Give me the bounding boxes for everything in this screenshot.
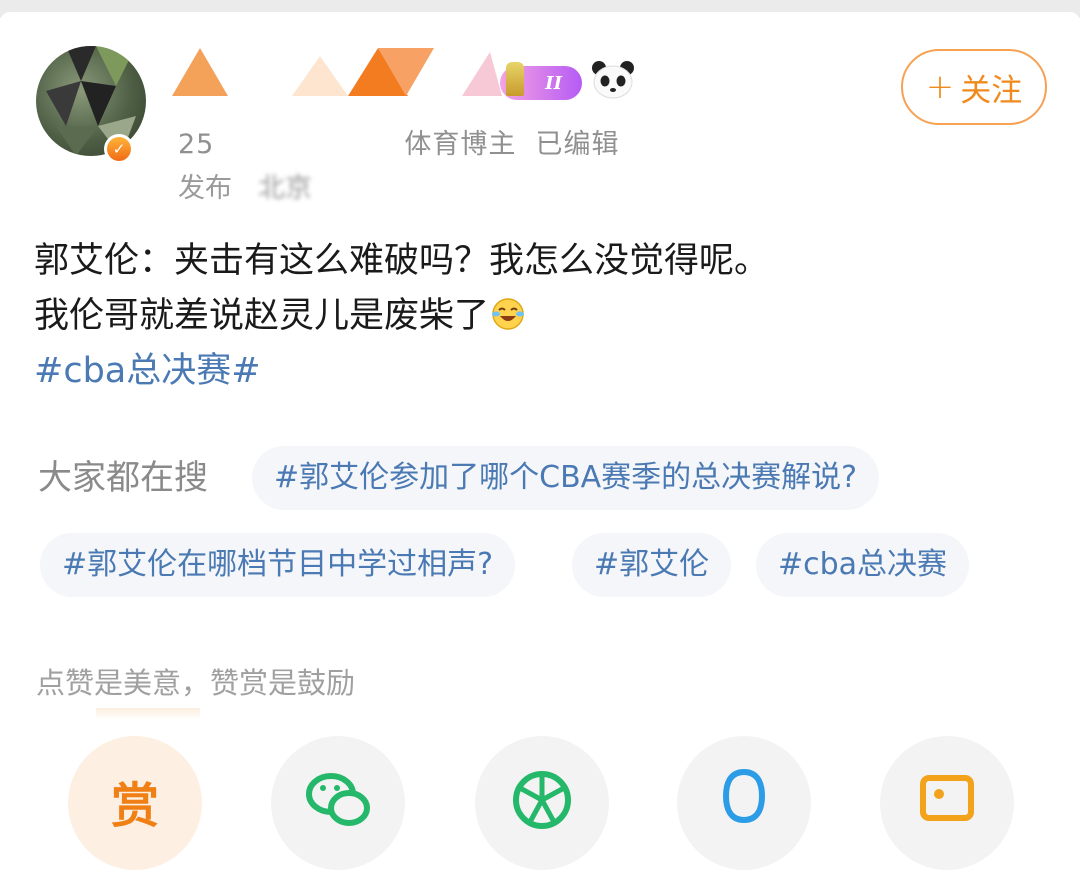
qzone-icon bbox=[920, 775, 974, 821]
wechat-icon bbox=[306, 773, 370, 826]
reward-hint: 点赞是美意，赞赏是鼓励 bbox=[36, 666, 356, 700]
share-moments-button[interactable] bbox=[475, 736, 609, 870]
post-line-with-emoji: 我伦哥就差说赵灵儿是废柴了 bbox=[34, 289, 769, 344]
laughing-crying-emoji-icon bbox=[492, 298, 525, 330]
share-qzone-button[interactable] bbox=[880, 736, 1014, 870]
qq-icon bbox=[722, 768, 766, 824]
moments-icon bbox=[513, 771, 571, 829]
reward-pointer bbox=[96, 708, 200, 720]
posted-label: 发布 bbox=[178, 173, 232, 204]
trending-search-label: 大家都在搜 bbox=[38, 458, 208, 498]
follower-count-fragment: 25 bbox=[178, 129, 215, 160]
top-edge bbox=[0, 0, 1080, 22]
follow-button[interactable]: + 关注 bbox=[901, 49, 1047, 125]
search-chip[interactable]: #郭艾伦 bbox=[572, 533, 732, 597]
post-line: 我伦哥就差说赵灵儿是废柴了 bbox=[34, 296, 490, 336]
verified-badge-icon: ✓ bbox=[104, 134, 134, 164]
reward-button[interactable]: 赏 bbox=[68, 736, 202, 870]
post-location: 北京 bbox=[258, 173, 312, 204]
level-number: II bbox=[545, 72, 562, 94]
search-chip[interactable]: #郭艾伦在哪档节目中学过相声? bbox=[40, 533, 516, 597]
post-content: 郭艾伦：夹击有这么难破吗？我怎么没觉得呢。 我伦哥就差说赵灵儿是废柴了 bbox=[34, 234, 769, 344]
follow-button-label: 关注 bbox=[960, 72, 1023, 109]
share-wechat-button[interactable] bbox=[271, 736, 405, 870]
edited-label: 已编辑 bbox=[535, 129, 620, 160]
search-chip[interactable]: #郭艾伦参加了哪个CBA赛季的总决赛解说? bbox=[252, 446, 880, 510]
username-obscured[interactable] bbox=[172, 48, 502, 96]
author-role: 体育博主 bbox=[404, 129, 517, 160]
user-level-badge[interactable]: II bbox=[500, 62, 582, 100]
trophy-icon bbox=[506, 62, 524, 96]
reward-icon-label: 赏 bbox=[110, 778, 159, 834]
plus-icon: + bbox=[925, 67, 955, 107]
panda-icon bbox=[592, 61, 634, 99]
author-meta: 25 体育博主 已编辑 bbox=[178, 122, 620, 161]
post-time-location: 发布 北京 bbox=[178, 166, 312, 205]
search-chip[interactable]: #cba总决赛 bbox=[756, 533, 970, 597]
post-line: 郭艾伦：夹击有这么难破吗？我怎么没觉得呢。 bbox=[34, 241, 770, 281]
share-qq-button[interactable] bbox=[677, 736, 811, 870]
post-hashtag-link[interactable]: #cba总决赛# bbox=[34, 344, 261, 399]
